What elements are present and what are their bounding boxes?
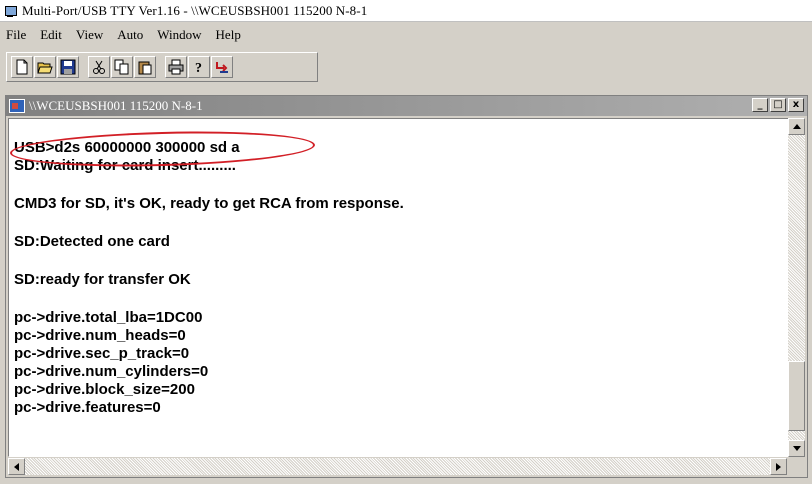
menu-window[interactable]: Window bbox=[157, 27, 201, 43]
cut-icon bbox=[93, 60, 105, 74]
window-controls: _ □ x bbox=[750, 98, 804, 112]
arrow-left-icon bbox=[14, 462, 19, 471]
open-button[interactable] bbox=[34, 56, 56, 78]
terminal-title: \\WCEUSBSH001 115200 N-8-1 bbox=[29, 98, 203, 113]
vertical-scroll-thumb[interactable] bbox=[788, 361, 805, 431]
connect-icon bbox=[216, 62, 228, 73]
new-icon bbox=[16, 59, 28, 75]
app-title: Multi-Port/USB TTY Ver1.16 - \\WCEUSBSH0… bbox=[22, 2, 368, 18]
scroll-down-button[interactable] bbox=[788, 440, 805, 457]
terminal-line: pc->drive.num_heads=0 bbox=[14, 327, 186, 344]
menu-edit[interactable]: Edit bbox=[40, 27, 62, 43]
terminal-line: CMD3 for SD, it's OK, ready to get RCA f… bbox=[14, 195, 404, 212]
new-button[interactable] bbox=[11, 56, 33, 78]
terminal-line-command: USB>d2s 60000000 300000 sd a bbox=[14, 139, 240, 156]
menu-help[interactable]: Help bbox=[216, 27, 241, 43]
menu-auto[interactable]: Auto bbox=[117, 27, 143, 43]
menu-view[interactable]: View bbox=[76, 27, 103, 43]
terminal-line: pc->drive.num_cylinders=0 bbox=[14, 363, 209, 380]
help-button[interactable]: ? bbox=[188, 56, 210, 78]
save-button[interactable] bbox=[57, 56, 79, 78]
terminal-line: SD:ready for transfer OK bbox=[14, 271, 191, 288]
terminal-line: pc->drive.features=0 bbox=[14, 399, 161, 416]
scroll-up-button[interactable] bbox=[788, 118, 805, 135]
connect-button[interactable] bbox=[211, 56, 233, 78]
paste-button[interactable] bbox=[134, 56, 156, 78]
terminal-line: SD:Waiting for card insert......... bbox=[14, 157, 236, 174]
arrow-down-icon bbox=[792, 446, 801, 451]
paste-icon bbox=[138, 61, 152, 75]
terminal-output[interactable]: USB>d2s 60000000 300000 sd a SD:Waiting … bbox=[8, 118, 789, 457]
help-icon: ? bbox=[195, 61, 202, 75]
menu-file[interactable]: File bbox=[6, 27, 26, 43]
arrow-right-icon bbox=[776, 462, 781, 471]
app-title-bar[interactable]: Multi-Port/USB TTY Ver1.16 - \\WCEUSBSH0… bbox=[0, 0, 812, 22]
restore-button[interactable]: □ bbox=[770, 98, 786, 112]
terminal-line: pc->drive.total_lba=1DC00 bbox=[14, 309, 203, 326]
print-icon bbox=[168, 59, 184, 75]
terminal-line: pc->drive.sec_p_track=0 bbox=[14, 345, 190, 362]
scroll-corner bbox=[788, 458, 805, 475]
open-icon bbox=[37, 62, 53, 74]
menu-bar: File Edit View Auto Window Help bbox=[0, 24, 812, 46]
print-button[interactable] bbox=[165, 56, 187, 78]
arrow-up-icon bbox=[792, 124, 801, 129]
app-icon bbox=[4, 4, 18, 18]
cut-button[interactable] bbox=[88, 56, 110, 78]
minimize-button[interactable]: _ bbox=[752, 98, 768, 112]
horizontal-scrollbar[interactable] bbox=[8, 458, 787, 475]
scroll-right-button[interactable] bbox=[770, 458, 787, 475]
copy-button[interactable] bbox=[111, 56, 133, 78]
terminal-line: pc->drive.block_size=200 bbox=[14, 381, 195, 398]
scroll-left-button[interactable] bbox=[8, 458, 25, 475]
terminal-window: \\WCEUSBSH001 115200 N-8-1 _ □ x USB>d2s… bbox=[5, 95, 808, 478]
close-button[interactable]: x bbox=[788, 98, 804, 112]
terminal-lines: USB>d2s 60000000 300000 sd a SD:Waiting … bbox=[14, 139, 404, 417]
svg-text:?: ? bbox=[195, 61, 202, 75]
save-icon bbox=[60, 59, 76, 75]
terminal-line: SD:Detected one card bbox=[14, 233, 170, 250]
terminal-doc-icon bbox=[9, 99, 25, 113]
copy-icon bbox=[114, 59, 129, 75]
terminal-title-bar[interactable]: \\WCEUSBSH001 115200 N-8-1 _ □ x bbox=[6, 96, 807, 116]
toolbar: ? bbox=[6, 52, 318, 82]
vertical-scrollbar[interactable] bbox=[788, 118, 805, 457]
